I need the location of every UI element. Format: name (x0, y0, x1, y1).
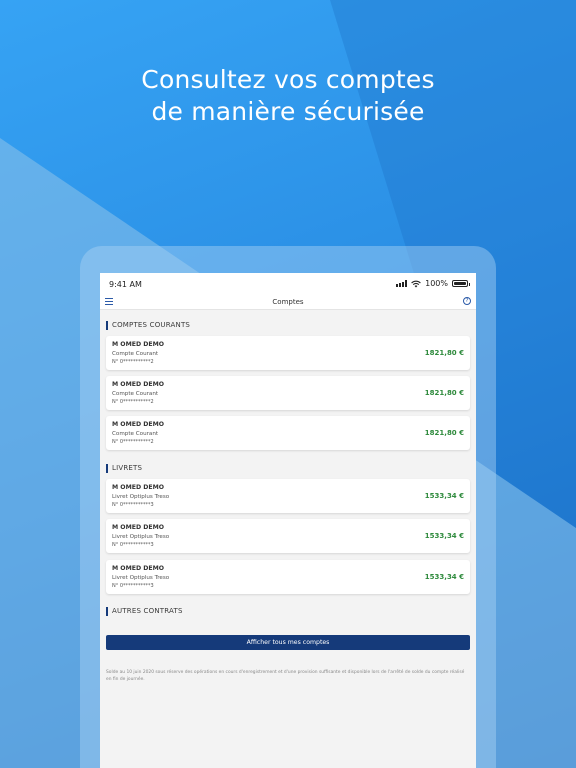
account-card[interactable]: M OMED DEMO Compte Courant N° 0*********… (106, 376, 470, 410)
nav-bar: Comptes ? (100, 295, 476, 310)
account-holder: M OMED DEMO (112, 341, 165, 348)
account-card[interactable]: M OMED DEMO Compte Courant N° 0*********… (106, 416, 470, 450)
account-balance: 1821,80 € (424, 429, 464, 437)
account-type: Livret Optiplus Treso (112, 534, 170, 540)
page-title: Comptes (272, 298, 304, 306)
battery-percent: 100% (425, 279, 448, 288)
app-screen: 9:41 AM 100% Comptes ? COMPTES COURANTS … (100, 273, 476, 768)
section-title-autres-contrats: AUTRES CONTRATS (106, 607, 183, 616)
account-holder: M OMED DEMO (112, 565, 165, 572)
account-holder: M OMED DEMO (112, 421, 165, 428)
account-balance: 1533,34 € (424, 573, 464, 581)
account-type: Livret Optiplus Treso (112, 575, 170, 581)
account-number: N° 0***********2 (112, 359, 154, 365)
account-number: N° 0***********2 (112, 399, 154, 405)
account-card[interactable]: M OMED DEMO Livret Optiplus Treso N° 0**… (106, 560, 470, 594)
account-number: N° 0***********3 (112, 583, 154, 589)
account-balance: 1821,80 € (424, 389, 464, 397)
account-card[interactable]: M OMED DEMO Compte Courant N° 0*********… (106, 336, 470, 370)
status-indicators: 100% (396, 279, 470, 288)
signal-icon (396, 280, 408, 287)
account-balance: 1821,80 € (424, 349, 464, 357)
account-number: N° 0***********3 (112, 502, 154, 508)
headline-line-2: de manière sécurisée (151, 97, 425, 126)
account-type: Compte Courant (112, 351, 159, 357)
balance-footnote: Solde au 10 juin 2020 sous réserve des o… (106, 670, 465, 682)
account-number: N° 0***********3 (112, 542, 154, 548)
battery-icon (452, 280, 470, 287)
help-icon[interactable]: ? (463, 297, 471, 305)
account-balance: 1533,34 € (424, 532, 464, 540)
status-bar: 9:41 AM 100% (100, 273, 476, 295)
account-card[interactable]: M OMED DEMO Livret Optiplus Treso N° 0**… (106, 519, 470, 553)
section-title-comptes-courants: COMPTES COURANTS (106, 321, 190, 330)
account-number: N° 0***********2 (112, 439, 154, 445)
account-type: Livret Optiplus Treso (112, 494, 170, 500)
account-holder: M OMED DEMO (112, 381, 165, 388)
show-all-accounts-button[interactable]: Afficher tous mes comptes (106, 635, 470, 650)
headline-line-1: Consultez vos comptes (141, 65, 435, 94)
account-card[interactable]: M OMED DEMO Livret Optiplus Treso N° 0**… (106, 479, 470, 513)
section-title-livrets: LIVRETS (106, 464, 142, 473)
account-holder: M OMED DEMO (112, 484, 165, 491)
account-type: Compte Courant (112, 391, 159, 397)
wifi-icon (411, 280, 421, 287)
account-type: Compte Courant (112, 431, 159, 437)
headline: Consultez vos comptes de manière sécuris… (0, 64, 576, 128)
account-holder: M OMED DEMO (112, 524, 165, 531)
status-time: 9:41 AM (109, 280, 142, 289)
account-balance: 1533,34 € (424, 492, 464, 500)
